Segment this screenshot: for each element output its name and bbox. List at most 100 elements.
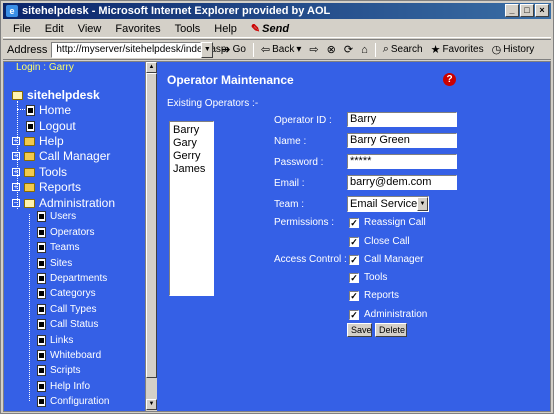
sidebar-item-home[interactable]: Home <box>12 103 71 117</box>
stop-button[interactable]: ⊗ <box>323 43 340 56</box>
sidebar-item-reports[interactable]: + Reports <box>12 180 81 194</box>
menu-file[interactable]: File <box>7 23 37 35</box>
back-arrow-icon: ⇦ <box>260 44 271 56</box>
admin-item-links[interactable]: Links <box>37 335 73 346</box>
minimize-button[interactable]: _ <box>505 4 519 17</box>
login-user: Garry <box>48 62 74 73</box>
admin-item-scripts[interactable]: Scripts <box>37 365 81 376</box>
admin-item-sites[interactable]: Sites <box>37 258 72 269</box>
admin-item-operators[interactable]: Operators <box>37 227 94 238</box>
close-button[interactable]: × <box>535 4 549 17</box>
expand-icon[interactable]: + <box>12 137 20 145</box>
admin-item-users[interactable]: Users <box>37 211 76 222</box>
sidebar-item-label: Call Manager <box>39 149 111 163</box>
checkbox-label: Reports <box>364 290 400 301</box>
admin-item-label: Sites <box>50 258 73 269</box>
list-item[interactable]: Gerry <box>173 150 210 163</box>
page-title: Operator Maintenance <box>167 73 294 87</box>
checkbox-checked-icon[interactable]: ✓ <box>349 217 359 228</box>
operator-id-field[interactable]: Barry <box>347 112 457 127</box>
page-icon <box>26 104 35 116</box>
delete-button[interactable]: Delete <box>375 323 407 337</box>
operators-listbox[interactable]: Barry Gary Gerry James <box>169 121 214 296</box>
admin-item-whiteboard[interactable]: Whiteboard <box>37 350 101 361</box>
team-select[interactable]: Email Services ▼ <box>347 196 429 212</box>
name-field[interactable]: Barry Green <box>347 133 457 148</box>
window-controls: _ □ × <box>505 4 549 17</box>
scroll-down-icon[interactable]: ▼ <box>146 399 157 410</box>
list-item[interactable]: Gary <box>173 137 210 150</box>
checkbox-checked-icon[interactable]: ✓ <box>349 290 359 301</box>
call-manager-checkbox[interactable]: ✓ Call Manager <box>349 254 423 265</box>
tree-root-label: sitehelpdesk <box>27 88 100 102</box>
toolbar-separator <box>252 42 254 57</box>
admin-item-label: Departments <box>50 273 108 284</box>
maximize-button[interactable]: □ <box>520 4 534 17</box>
admin-item-call-status[interactable]: Call Status <box>37 319 98 330</box>
sidebar-item-logout[interactable]: Logout <box>12 119 76 133</box>
menu-help[interactable]: Help <box>208 23 243 35</box>
send-button[interactable]: ✎ Send <box>245 22 295 36</box>
reports-checkbox[interactable]: ✓ Reports <box>349 290 399 301</box>
tree-root[interactable]: sitehelpdesk <box>12 88 100 102</box>
forward-button[interactable]: ⇨ <box>305 43 322 56</box>
admin-item-configuration[interactable]: Configuration <box>37 396 109 407</box>
address-input[interactable]: http://myserver/sitehelpdesk/index.asp <box>51 41 226 58</box>
expand-icon[interactable]: + <box>12 168 20 176</box>
history-button[interactable]: ◷ History <box>488 43 539 56</box>
admin-item-call-types[interactable]: Call Types <box>37 304 97 315</box>
folder-open-icon <box>24 198 35 208</box>
admin-item-departments[interactable]: Departments <box>37 273 107 284</box>
go-button[interactable]: ➜ Go <box>217 43 250 56</box>
sidebar: Login : Garry sitehelpdesk Home Logout +… <box>4 62 145 411</box>
tools-checkbox[interactable]: ✓ Tools <box>349 272 387 283</box>
save-button[interactable]: Save <box>347 323 372 337</box>
search-button[interactable]: ⌕ Search <box>379 43 427 56</box>
menu-edit[interactable]: Edit <box>39 23 70 35</box>
sidebar-item-label: Tools <box>39 165 68 179</box>
checkbox-checked-icon[interactable]: ✓ <box>349 254 359 265</box>
menu-favorites[interactable]: Favorites <box>109 23 166 35</box>
list-item[interactable]: Barry <box>173 124 210 137</box>
reassign-call-checkbox[interactable]: ✓ Reassign Call <box>349 217 426 228</box>
admin-item-help-info[interactable]: Help Info <box>37 381 90 392</box>
menu-view[interactable]: View <box>72 23 108 35</box>
sidebar-scrollbar[interactable]: ▲ ▼ <box>145 62 157 411</box>
sidebar-item-help[interactable]: + Help <box>12 134 64 148</box>
go-label: Go <box>232 44 246 55</box>
checkbox-checked-icon[interactable]: ✓ <box>349 236 359 247</box>
chevron-down-icon[interactable]: ▼ <box>417 197 428 211</box>
admin-item-categorys[interactable]: Categorys <box>37 288 96 299</box>
scroll-thumb[interactable] <box>146 73 157 378</box>
sidebar-item-label: Help <box>39 134 64 148</box>
checkbox-checked-icon[interactable]: ✓ <box>349 309 359 320</box>
scroll-up-icon[interactable]: ▲ <box>146 62 157 73</box>
sidebar-item-call-manager[interactable]: + Call Manager <box>12 149 110 163</box>
sidebar-item-administration[interactable]: − Administration <box>12 196 115 210</box>
main-panel: Operator Maintenance ? Existing Operator… <box>158 62 550 411</box>
admin-item-teams[interactable]: Teams <box>37 242 79 253</box>
back-button[interactable]: ⇦ Back ▾ <box>257 43 305 56</box>
address-bar: Address http://myserver/sitehelpdesk/ind… <box>3 39 551 60</box>
menu-tools[interactable]: Tools <box>169 23 207 35</box>
email-field[interactable]: barry@dem.com <box>347 175 457 190</box>
admin-item-label: Users <box>50 211 77 222</box>
expand-icon[interactable]: + <box>12 152 20 160</box>
home-button[interactable]: ⌂ <box>357 44 372 56</box>
close-call-checkbox[interactable]: ✓ Close Call <box>349 236 410 247</box>
admin-item-label: Whiteboard <box>50 350 102 361</box>
page-icon <box>37 227 46 238</box>
favorites-button[interactable]: ★ Favorites <box>427 43 488 56</box>
page-icon <box>37 350 46 361</box>
back-dropdown-icon[interactable]: ▾ <box>296 44 301 55</box>
sidebar-item-tools[interactable]: + Tools <box>12 165 67 179</box>
collapse-icon[interactable]: − <box>12 199 20 207</box>
checkbox-checked-icon[interactable]: ✓ <box>349 272 359 283</box>
refresh-button[interactable]: ⟳ <box>340 43 357 56</box>
address-dropdown[interactable]: ▼ <box>201 41 214 58</box>
password-field[interactable]: ***** <box>347 154 457 169</box>
list-item[interactable]: James <box>173 163 210 176</box>
administration-checkbox[interactable]: ✓ Administration <box>349 309 427 320</box>
help-icon[interactable]: ? <box>443 73 456 86</box>
expand-icon[interactable]: + <box>12 183 20 191</box>
